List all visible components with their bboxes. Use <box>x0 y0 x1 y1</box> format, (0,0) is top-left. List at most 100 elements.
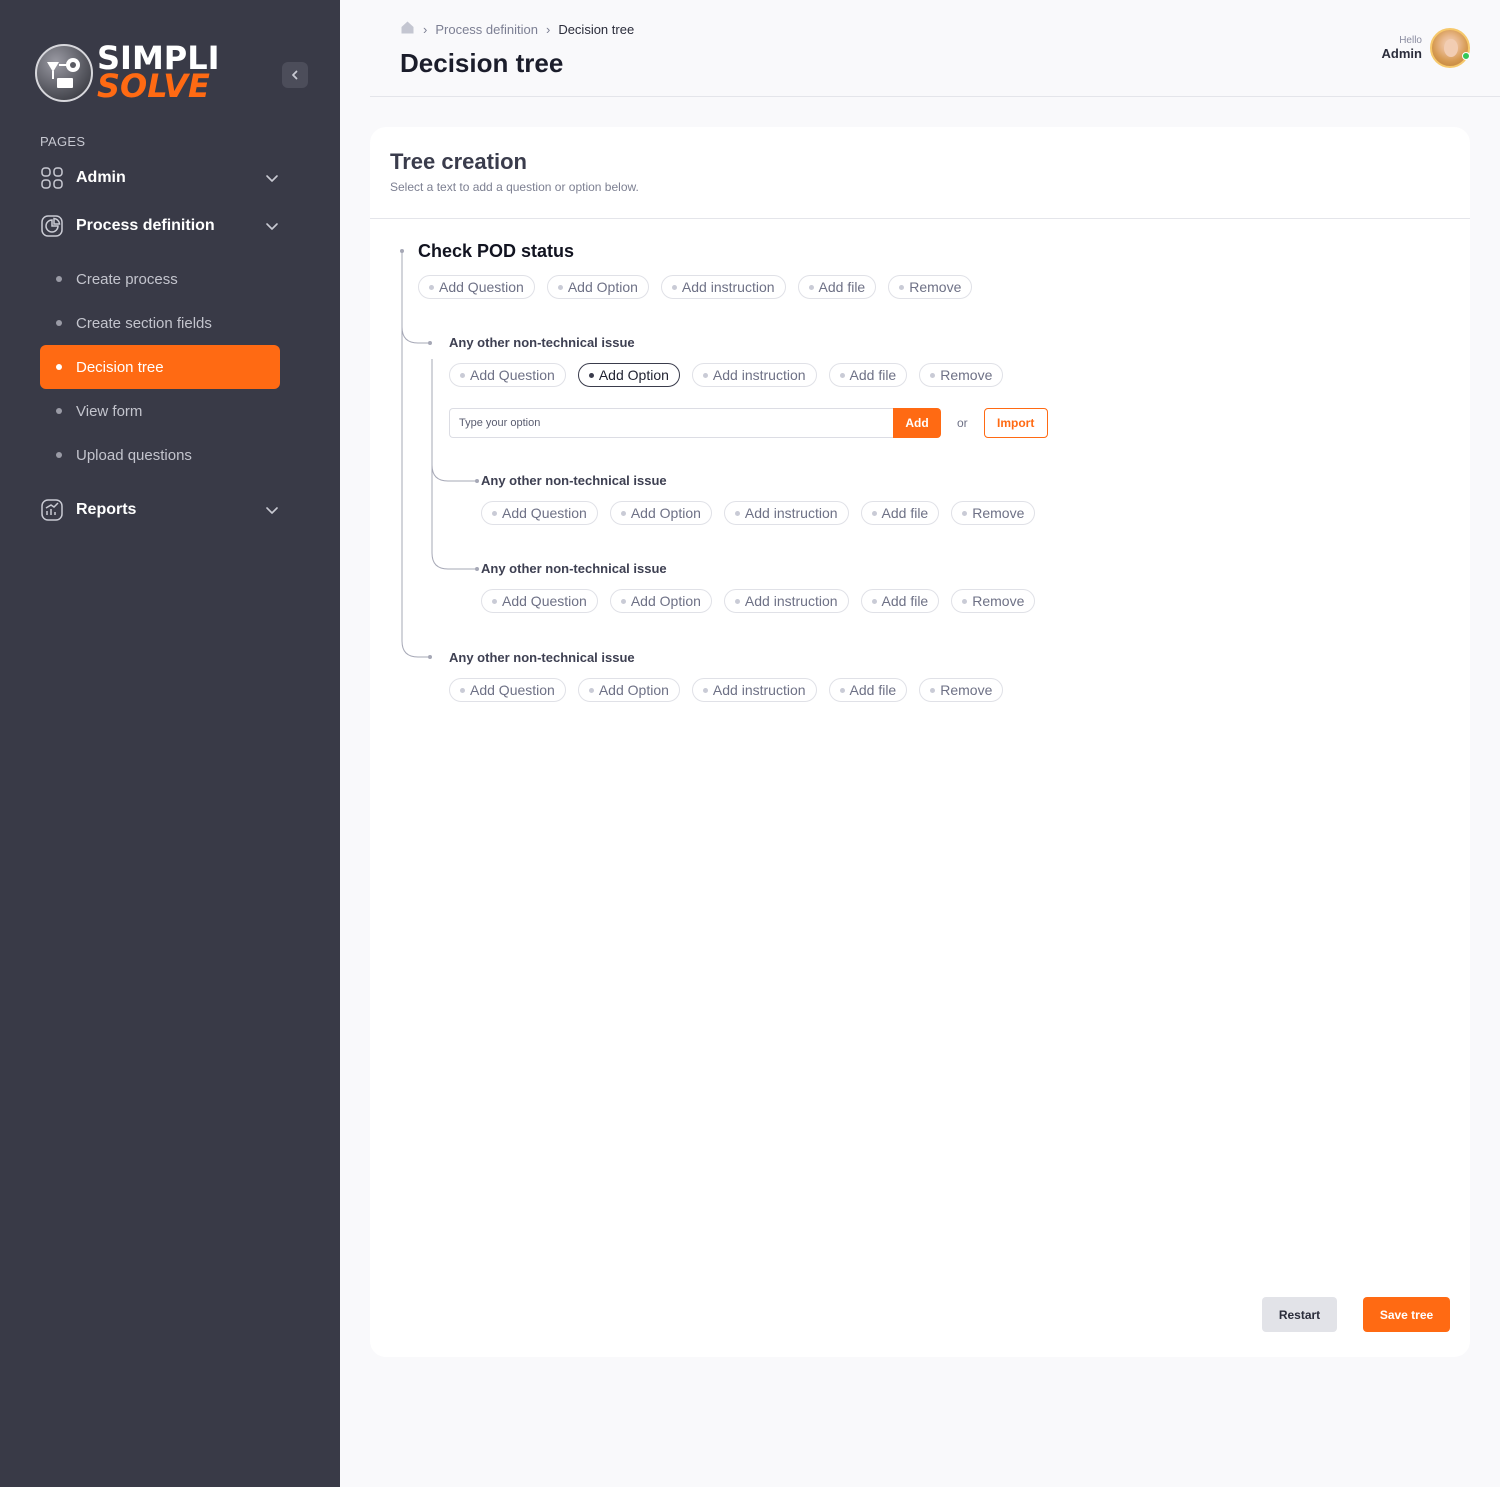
tree-node-label[interactable]: Any other non-technical issue <box>449 335 635 350</box>
add-option-button[interactable]: Add Option <box>577 678 680 702</box>
option-entry-row: Add or Import <box>449 408 1048 438</box>
add-file-button[interactable]: Add file <box>828 678 908 702</box>
chevron-down-icon <box>264 218 280 234</box>
user-menu[interactable]: Hello Admin <box>1382 28 1470 68</box>
add-option-submit-button[interactable]: Add <box>893 408 941 438</box>
pill-label: Remove <box>972 593 1025 609</box>
sidebar-item-upload-questions[interactable]: Upload questions <box>40 433 280 477</box>
pill-label: Add file <box>881 505 929 521</box>
add-question-button[interactable]: Add Question <box>418 275 535 299</box>
breadcrumb-link[interactable]: Process definition <box>435 22 538 37</box>
dot-icon <box>671 284 677 290</box>
sidebar-item-label: Decision tree <box>76 358 164 376</box>
remove-button[interactable]: Remove <box>951 501 1036 525</box>
pill-label: Add Option <box>567 279 638 295</box>
pill-label: Add Question <box>470 367 555 383</box>
pill-label: Add Option <box>630 505 701 521</box>
add-file-button[interactable]: Add file <box>797 275 877 299</box>
pill-label: Add file <box>818 279 866 295</box>
tree-root-title[interactable]: Check POD status <box>418 241 574 262</box>
bar-chart-icon <box>40 498 64 522</box>
add-instruction-button[interactable]: Add instruction <box>691 678 817 702</box>
page-title: Decision tree <box>400 48 564 78</box>
add-question-button[interactable]: Add Question <box>449 363 566 387</box>
add-file-button[interactable]: Add file <box>860 589 940 613</box>
add-question-button[interactable]: Add Question <box>481 501 598 525</box>
sidebar-item-decision-tree[interactable]: Decision tree <box>40 345 280 389</box>
home-icon[interactable] <box>400 20 415 38</box>
save-tree-button[interactable]: Save tree <box>1363 1297 1450 1332</box>
dot-icon <box>620 510 626 516</box>
sidebar-item-view-form[interactable]: View form <box>40 389 280 433</box>
logo-line-2: SOLVE <box>97 67 210 105</box>
node-action-row: Add Question Add Option Add instruction … <box>449 363 1004 387</box>
add-instruction-button[interactable]: Add instruction <box>660 275 786 299</box>
bullet-dot <box>56 452 62 458</box>
remove-button[interactable]: Remove <box>951 589 1036 613</box>
dot-icon <box>962 598 968 604</box>
pill-label: Remove <box>940 367 993 383</box>
add-option-button[interactable]: Add Option <box>546 275 649 299</box>
sidebar-group-reports[interactable]: Reports <box>40 496 280 524</box>
sidebar-group-label: Reports <box>76 501 137 518</box>
import-button[interactable]: Import <box>983 408 1048 438</box>
node-action-row: Add Question Add Option Add instruction … <box>481 589 1036 613</box>
remove-button[interactable]: Remove <box>888 275 973 299</box>
bullet-dot <box>56 320 62 326</box>
add-file-button[interactable]: Add file <box>860 501 940 525</box>
dot-icon <box>871 598 877 604</box>
tree-creation-card: Tree creation Select a text to add a que… <box>370 127 1470 1357</box>
pill-label: Add Option <box>598 367 669 383</box>
or-separator: or <box>957 416 968 430</box>
bullet-dot <box>56 276 62 282</box>
add-question-button[interactable]: Add Question <box>481 589 598 613</box>
header-divider <box>370 96 1500 97</box>
tree-node-label[interactable]: Any other non-technical issue <box>481 561 667 576</box>
add-option-button[interactable]: Add Option <box>609 501 712 525</box>
root-action-row: Add Question Add Option Add instruction … <box>418 275 973 299</box>
user-greeting: Hello Admin <box>1382 35 1422 61</box>
sidebar-group-process-definition[interactable]: Process definition <box>40 212 280 240</box>
sidebar-group-admin[interactable]: Admin <box>40 164 280 192</box>
add-option-button[interactable]: Add Option <box>609 589 712 613</box>
add-instruction-button[interactable]: Add instruction <box>723 589 849 613</box>
add-instruction-button[interactable]: Add instruction <box>691 363 817 387</box>
tree-node-label[interactable]: Any other non-technical issue <box>449 650 635 665</box>
remove-button[interactable]: Remove <box>919 678 1004 702</box>
dot-icon <box>899 284 905 290</box>
card-divider <box>370 218 1470 219</box>
option-input[interactable] <box>449 408 893 438</box>
add-option-button[interactable]: Add Option <box>577 363 680 387</box>
bullet-dot <box>56 364 62 370</box>
sidebar-item-label: Upload questions <box>76 446 192 464</box>
pill-label: Add Question <box>470 682 555 698</box>
sidebar-item-label: Create section fields <box>76 314 212 332</box>
chevron-right-icon: › <box>423 21 428 37</box>
sidebar-item-create-section-fields[interactable]: Create section fields <box>40 301 280 345</box>
add-question-button[interactable]: Add Question <box>449 678 566 702</box>
pill-label: Remove <box>972 505 1025 521</box>
pill-label: Add Question <box>439 279 524 295</box>
simplisolve-logo[interactable]: SIMPLI SOLVE <box>35 42 235 104</box>
avatar[interactable] <box>1430 28 1470 68</box>
remove-button[interactable]: Remove <box>919 363 1004 387</box>
pages-section-label: PAGES <box>40 134 86 149</box>
pill-label: Add Option <box>630 593 701 609</box>
dot-icon <box>808 284 814 290</box>
restart-button[interactable]: Restart <box>1262 1297 1337 1332</box>
pill-label: Add instruction <box>712 682 806 698</box>
tree-node-label[interactable]: Any other non-technical issue <box>481 473 667 488</box>
dot-icon <box>734 598 740 604</box>
pill-label: Add Option <box>598 682 669 698</box>
collapse-sidebar-button[interactable] <box>282 62 308 88</box>
pill-label: Add Question <box>502 593 587 609</box>
sidebar-item-label: Create process <box>76 270 178 288</box>
add-instruction-button[interactable]: Add instruction <box>723 501 849 525</box>
add-file-button[interactable]: Add file <box>828 363 908 387</box>
sidebar-group-label: Admin <box>76 169 126 186</box>
card-title: Tree creation <box>390 149 527 174</box>
logo-wordmark: SIMPLI SOLVE <box>97 42 220 105</box>
sidebar-item-create-process[interactable]: Create process <box>40 257 280 301</box>
pill-label: Add file <box>881 593 929 609</box>
chevron-down-icon <box>264 170 280 186</box>
